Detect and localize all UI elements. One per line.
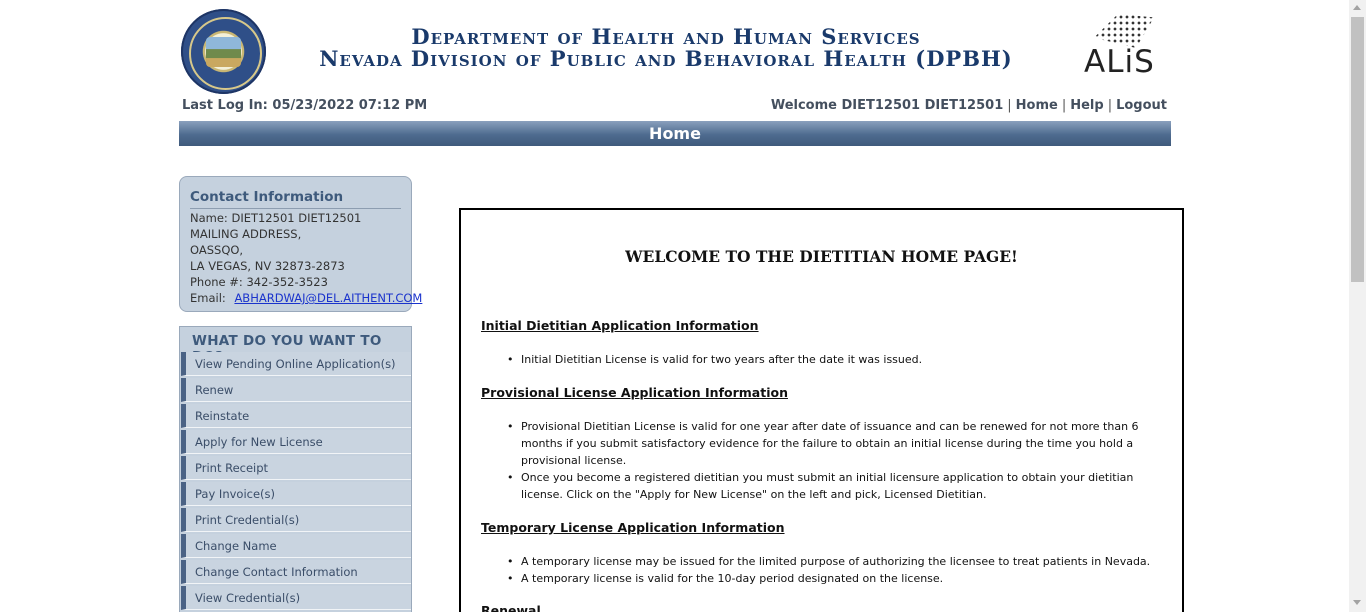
action-print-receipt[interactable]: Print Receipt <box>181 456 411 480</box>
action-pay-invoices[interactable]: Pay Invoice(s) <box>181 482 411 506</box>
alis-logo: ALiS <box>1082 14 1162 80</box>
action-change-contact-information[interactable]: Change Contact Information <box>181 560 411 584</box>
welcome-user-text: Welcome DIET12501 DIET12501 <box>770 98 1004 113</box>
page-title-bar: Home <box>179 121 1171 146</box>
top-navigation: Welcome DIET12501 DIET12501 | Home | Help | Lo… <box>770 98 1167 113</box>
scroll-down-arrow-icon[interactable] <box>1353 600 1361 605</box>
bullet-provisional-validity: Provisional Dietitian License is valid f… <box>507 418 1166 469</box>
section-heading-renewal: Renewal <box>481 603 541 612</box>
contact-information-title: Contact Information <box>190 189 344 205</box>
page: Department of Health and Human Services … <box>0 0 1349 612</box>
section-heading-provisional: Provisional License Application Informat… <box>481 385 788 400</box>
contact-address-line2: OASSQO, <box>190 243 244 257</box>
bullet-initial-validity: Initial Dietitian License is valid for t… <box>507 351 1166 368</box>
contact-information-panel: Contact Information Name: DIET12501 DIET… <box>179 176 422 312</box>
header-division-title: Nevada Division of Public and Behavioral… <box>319 46 1013 71</box>
contact-email-link[interactable]: ABHARDWAJ@DEL.AITHENT.COM <box>234 291 422 305</box>
main-content-panel: WELCOME TO THE DIETITIAN HOME PAGE! Init… <box>459 208 1184 612</box>
contact-email-label: Email: <box>190 291 226 305</box>
section-heading-initial: Initial Dietitian Application Informatio… <box>481 318 759 333</box>
contact-phone: Phone #: 342-352-3523 <box>190 275 328 289</box>
bullet-provisional-next-step: Once you become a registered dietitian y… <box>507 469 1166 503</box>
action-view-credentials[interactable]: View Credential(s) <box>181 586 411 610</box>
alis-dots-icon <box>1094 14 1154 48</box>
help-link[interactable]: Help <box>1070 98 1103 113</box>
action-reinstate[interactable]: Reinstate <box>181 404 411 428</box>
contact-name: Name: DIET12501 DIET12501 <box>190 211 362 225</box>
contact-address-line3: LA VEGAS, NV 32873-2873 <box>190 259 345 273</box>
action-change-name[interactable]: Change Name <box>181 534 411 558</box>
action-renew[interactable]: Renew <box>181 378 411 402</box>
action-apply-new-license[interactable]: Apply for New License <box>181 430 411 454</box>
bullet-temporary-period: A temporary license is valid for the 10-… <box>507 570 1166 587</box>
nevada-state-seal-logo <box>181 9 266 94</box>
action-print-credentials[interactable]: Print Credential(s) <box>181 508 411 532</box>
scrollbar-thumb[interactable] <box>1351 17 1364 282</box>
last-login-text: Last Log In: 05/23/2022 07:12 PM <box>182 98 428 113</box>
contact-email-row: Email: ABHARDWAJ@DEL.AITHENT.COM <box>190 291 422 305</box>
actions-panel: WHAT DO YOU WANT TO DO? View Pending Onl… <box>179 326 412 612</box>
scroll-up-arrow-icon[interactable] <box>1353 5 1361 10</box>
logout-link[interactable]: Logout <box>1116 98 1167 113</box>
welcome-heading: WELCOME TO THE DIETITIAN HOME PAGE! <box>625 247 1018 266</box>
divider <box>190 208 401 209</box>
bullet-temporary-purpose: A temporary license may be issued for th… <box>507 553 1166 570</box>
action-view-pending-applications[interactable]: View Pending Online Application(s) <box>181 352 411 376</box>
alis-logo-text: ALiS <box>1084 44 1155 80</box>
contact-address-line1: MAILING ADDRESS, <box>190 227 302 241</box>
vertical-scrollbar[interactable] <box>1349 0 1366 612</box>
home-link[interactable]: Home <box>1016 98 1058 113</box>
section-heading-temporary: Temporary License Application Informatio… <box>481 520 785 535</box>
